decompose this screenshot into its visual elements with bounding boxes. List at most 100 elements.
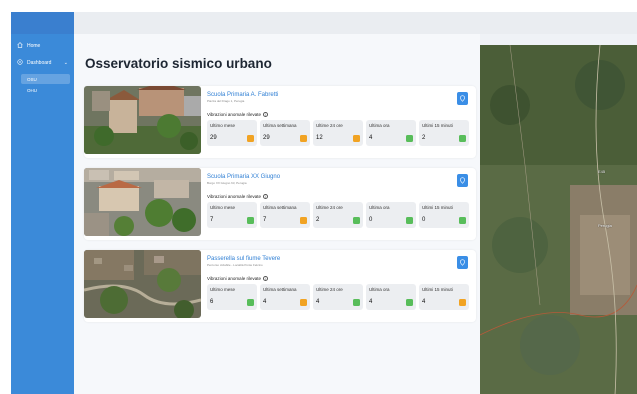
status-badge [247, 135, 254, 142]
anomalies-heading: Vibrazioni anomale rilevate i [207, 276, 268, 281]
status-badge [406, 135, 413, 142]
stat-tile: Ultime 24 ore 12 [313, 120, 363, 146]
stat-value: 7 [263, 217, 267, 223]
anomalies-heading: Vibrazioni anomale rilevate i [207, 112, 268, 117]
site-card[interactable]: Scuola Primaria XX Giugno Borgo XX Giugn… [84, 168, 476, 240]
stat-tile: Ultima settimana 4 [260, 284, 310, 310]
main-content: Osservatorio sismico urbano Scuola Prima… [74, 34, 480, 394]
stat-tile: Ultimi 15 minuti 0 [419, 202, 469, 228]
site-aerial-image [84, 250, 201, 318]
site-card[interactable]: Passerella sul fiume Tevere Percorso cic… [84, 250, 476, 322]
map-pin-icon [460, 177, 465, 184]
anomalies-label: Vibrazioni anomale rilevate [207, 276, 261, 281]
stat-tile: Ultima settimana 29 [260, 120, 310, 146]
locate-button[interactable] [457, 92, 468, 105]
site-card[interactable]: Scuola Primaria A. Fabretti Piazza del D… [84, 86, 476, 158]
stat-label: Ultimi 15 minuti [422, 287, 453, 292]
home-icon [17, 42, 23, 50]
sidebar-subitem-label: OSU [27, 76, 37, 82]
stat-tile: Ultimi 15 minuti 4 [419, 284, 469, 310]
stat-label: Ultimo mese [210, 205, 236, 210]
stats-row: Ultimo mese 6 Ultima settimana 4 Ultime 24 o… [207, 284, 469, 310]
sidebar-subitem-label: OHU [27, 87, 37, 93]
page-title: Osservatorio sismico urbano [85, 56, 272, 71]
stat-value: 29 [263, 135, 270, 141]
dashboard-icon [17, 59, 23, 67]
chevron-down-icon[interactable]: ⌄ [64, 60, 68, 66]
stat-label: Ultima settimana [263, 205, 297, 210]
info-icon[interactable]: i [262, 276, 268, 281]
stat-value: 12 [316, 135, 323, 141]
locate-button[interactable] [457, 256, 468, 269]
stat-label: Ultime 24 ore [316, 123, 343, 128]
stat-value: 4 [369, 135, 373, 141]
anomalies-label: Vibrazioni anomale rilevate [207, 112, 261, 117]
site-address: Percorso ciclabile - Località Ponte Felc… [207, 263, 263, 267]
stat-label: Ultima settimana [263, 123, 297, 128]
map-city-label: Perugia [598, 223, 612, 228]
site-name[interactable]: Scuola Primaria A. Fabretti [207, 92, 278, 98]
top-bar [74, 12, 637, 34]
stat-tile: Ultime 24 ore 2 [313, 202, 363, 228]
info-icon[interactable]: i [262, 194, 268, 199]
status-badge [353, 135, 360, 142]
stat-label: Ultimo mese [210, 287, 236, 292]
info-icon[interactable]: i [262, 112, 268, 117]
stat-label: Ultima ora [369, 287, 390, 292]
stat-value: 4 [316, 299, 320, 305]
stat-label: Ultima settimana [263, 287, 297, 292]
stat-value: 4 [369, 299, 373, 305]
stat-value: 4 [422, 299, 426, 305]
stat-tile: Ultima ora 4 [366, 284, 416, 310]
stats-row: Ultimo mese 29 Ultima settimana 29 Ultime 24… [207, 120, 469, 146]
status-badge [406, 299, 413, 306]
stat-value: 6 [210, 299, 214, 305]
stat-value: 2 [422, 135, 426, 141]
site-aerial-image [84, 86, 201, 154]
sidebar-subitem-osu[interactable]: OSU [21, 74, 70, 84]
stat-tile: Ultimo mese 7 [207, 202, 257, 228]
stat-value: 29 [210, 135, 217, 141]
sidebar-header [11, 12, 74, 34]
sidebar-item-label: Home [27, 43, 41, 49]
map-pin-icon [460, 95, 465, 102]
stat-value: 2 [316, 217, 320, 223]
sidebar-item-label: Dashboard [27, 60, 52, 66]
map-pin-icon [460, 259, 465, 266]
status-badge [300, 217, 307, 224]
site-address: Piazza del Drago 1, Perugia [207, 99, 245, 103]
stat-value: 7 [210, 217, 214, 223]
stat-label: Ultime 24 ore [316, 287, 343, 292]
stat-tile: Ultime 24 ore 4 [313, 284, 363, 310]
sidebar-item-home[interactable]: Home [11, 38, 74, 54]
status-badge [300, 135, 307, 142]
stat-label: Ultimi 15 minuti [422, 205, 453, 210]
sidebar: Home Dashboard ⌄ OSU OHU [11, 12, 74, 394]
stat-tile: Ultimo mese 29 [207, 120, 257, 146]
status-badge [247, 217, 254, 224]
stat-tile: Ultimi 15 minuti 2 [419, 120, 469, 146]
stat-label: Ultimo mese [210, 123, 236, 128]
stat-label: Ultima ora [369, 123, 390, 128]
locate-button[interactable] [457, 174, 468, 187]
stat-label: Ultimi 15 minuti [422, 123, 453, 128]
sidebar-item-dashboard[interactable]: Dashboard ⌄ [11, 55, 74, 71]
stat-value: 0 [369, 217, 373, 223]
status-badge [406, 217, 413, 224]
map-road-label: E45 [598, 169, 606, 174]
status-badge [353, 299, 360, 306]
site-name[interactable]: Passerella sul fiume Tevere [207, 256, 280, 262]
status-badge [459, 217, 466, 224]
site-aerial-image [84, 168, 201, 236]
sidebar-subitem-ohu[interactable]: OHU [21, 85, 74, 95]
site-address: Borgo XX Giugno 63, Perugia [207, 181, 247, 185]
status-badge [247, 299, 254, 306]
status-badge [459, 135, 466, 142]
anomalies-label: Vibrazioni anomale rilevate [207, 194, 261, 199]
satellite-map[interactable]: E45 Perugia [480, 45, 637, 394]
stat-label: Ultime 24 ore [316, 205, 343, 210]
stat-value: 0 [422, 217, 426, 223]
site-name[interactable]: Scuola Primaria XX Giugno [207, 174, 280, 180]
stat-value: 4 [263, 299, 267, 305]
stat-tile: Ultima settimana 7 [260, 202, 310, 228]
